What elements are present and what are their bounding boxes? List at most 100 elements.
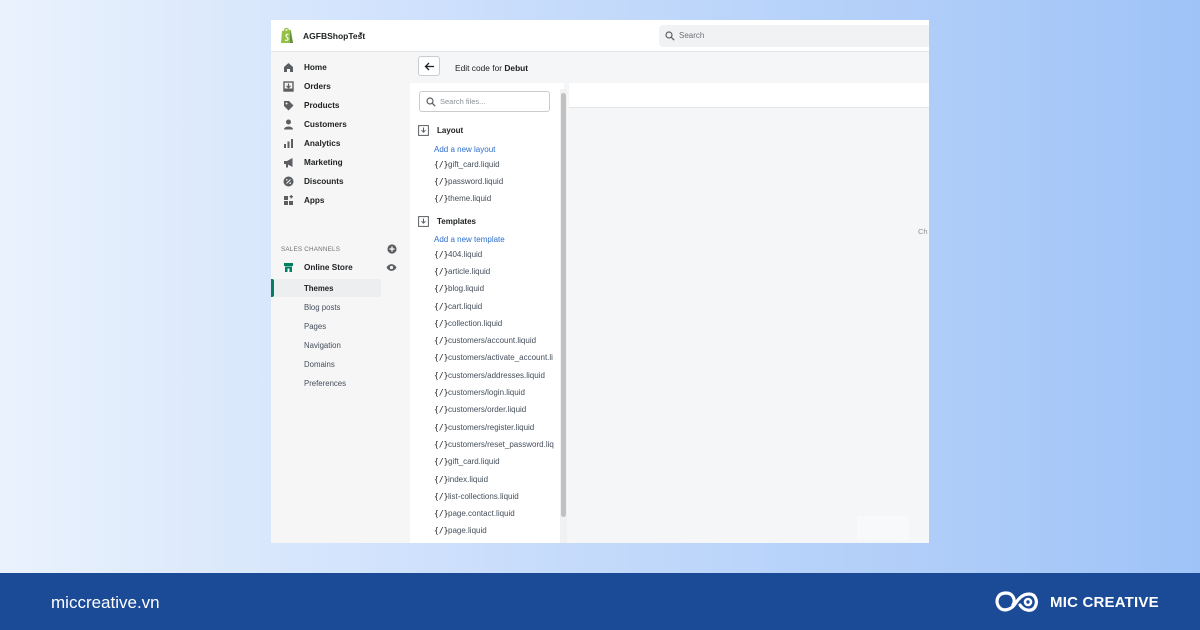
back-button[interactable]	[418, 56, 440, 76]
file-name: 404.liquid	[448, 250, 483, 259]
file-name: article.liquid	[448, 267, 491, 276]
code-file-icon: {/}	[434, 509, 449, 518]
code-file-icon: {/}	[434, 353, 449, 362]
file-item[interactable]: {/} customers/register.liquid	[434, 422, 564, 436]
file-item[interactable]: {/} customers/order.liquid	[434, 404, 564, 418]
orders-icon	[283, 81, 294, 92]
app-window: AGFBShopTest ▾ Search Home Orders Produc…	[271, 20, 929, 543]
file-item[interactable]: {/} page.contact.liquid	[434, 508, 564, 522]
file-name: customers/reset_password.liq	[448, 440, 554, 449]
file-name: customers/order.liquid	[448, 405, 527, 414]
file-browser: Layout Add a new layout {/}gift_card.liq…	[410, 83, 564, 543]
file-item[interactable]: {/} page.liquid	[434, 525, 564, 539]
sidebar-item-analytics[interactable]: Analytics	[271, 135, 410, 153]
code-file-icon: {/}	[434, 284, 449, 293]
footer-brand: MIC CREATIVE	[1050, 594, 1159, 611]
file-item[interactable]: {/} list-collections.liquid	[434, 491, 564, 505]
file-item[interactable]: {/} gift_card.liquid	[434, 159, 564, 173]
file-item[interactable]: {/} cart.liquid	[434, 301, 564, 315]
add-layout-link[interactable]: Add a new layout	[434, 145, 495, 154]
editor-tab-bar	[569, 83, 929, 108]
file-item[interactable]: {/} password.liquid	[434, 176, 564, 190]
sidebar-subitem-navigation[interactable]: Navigation	[271, 336, 381, 354]
file-search-input[interactable]	[440, 95, 545, 108]
folder-templates[interactable]: Templates	[418, 215, 558, 229]
file-name: cart.liquid	[448, 302, 483, 311]
file-name: page.liquid	[448, 526, 487, 535]
sidebar-item-label: Analytics	[304, 139, 341, 148]
file-search[interactable]	[419, 91, 550, 112]
code-file-icon: {/}	[434, 440, 449, 449]
scrollbar-thumb[interactable]	[561, 93, 566, 517]
products-icon	[284, 101, 294, 111]
code-file-icon: {/}	[434, 388, 449, 397]
code-file-icon: {/}	[434, 457, 449, 466]
sidebar-subitem-domains[interactable]: Domains	[271, 355, 381, 373]
file-item[interactable]: {/} index.liquid	[434, 474, 564, 488]
sidebar-subitem-themes[interactable]: Themes	[271, 279, 381, 297]
add-template-link[interactable]: Add a new template	[434, 235, 505, 244]
sidebar-item-customers[interactable]: Customers	[271, 116, 410, 134]
file-item[interactable]: {/} customers/reset_password.liq	[434, 439, 564, 453]
file-panel-scrollbar[interactable]	[560, 89, 567, 543]
sidebar-item-products[interactable]: Products	[271, 97, 410, 115]
code-file-icon: {/}	[434, 336, 449, 345]
sales-channels-heading: SALES CHANNELS	[281, 246, 341, 253]
global-search[interactable]: Search	[659, 25, 929, 47]
sidebar-item-home[interactable]: Home	[271, 59, 410, 77]
file-name: gift_card.liquid	[448, 457, 500, 466]
editor-hint-text: Ch	[918, 227, 928, 236]
file-name: page.contact.liquid	[448, 509, 515, 518]
file-item[interactable]: {/} customers/activate_account.li	[434, 352, 564, 366]
file-item[interactable]: {/} blog.liquid	[434, 283, 564, 297]
file-item[interactable]: {/} collection.liquid	[434, 318, 564, 332]
sidebar-item-label: Products	[304, 101, 340, 110]
eye-icon[interactable]	[386, 263, 397, 272]
code-file-icon: {/}	[434, 371, 449, 380]
code-file-icon: {/}	[434, 492, 449, 501]
add-circle-icon[interactable]	[387, 244, 397, 254]
file-item[interactable]: {/} gift_card.liquid	[434, 456, 564, 470]
folder-download-icon	[418, 125, 429, 136]
search-placeholder: Search	[679, 31, 705, 40]
file-name: list-collections.liquid	[448, 492, 519, 501]
sidebar-item-label: Customers	[304, 120, 347, 129]
footer-website: miccreative.vn	[51, 593, 160, 612]
file-item[interactable]: {/} customers/account.liquid	[434, 335, 564, 349]
file-item[interactable]: {/} theme.liquid	[434, 193, 564, 207]
file-name: gift_card.liquid	[448, 160, 500, 169]
file-item[interactable]: {/} article.liquid	[434, 266, 564, 280]
top-bar: AGFBShopTest ▾ Search	[271, 20, 929, 52]
sidebar-item-label: Online Store	[304, 263, 353, 272]
active-indicator	[271, 279, 274, 297]
file-name: index.liquid	[448, 475, 489, 484]
sidebar-item-discounts[interactable]: Discounts	[271, 173, 410, 191]
sidebar-subitem-pages[interactable]: Pages	[271, 317, 381, 335]
sidebar-item-orders[interactable]: Orders	[271, 78, 410, 96]
chevron-down-icon[interactable]: ▾	[359, 30, 363, 38]
file-name: customers/activate_account.li	[448, 353, 553, 362]
sidebar-subitem-label: Blog posts	[304, 303, 341, 312]
file-item[interactable]: {/} customers/login.liquid	[434, 387, 564, 401]
sidebar: Home Orders Products Customers Analytics…	[271, 53, 410, 543]
sidebar-item-marketing[interactable]: Marketing	[271, 154, 410, 172]
editor-placeholder-box	[857, 516, 909, 540]
store-name[interactable]: AGFBShopTest	[303, 31, 365, 41]
shopify-bag-icon[interactable]	[280, 27, 294, 44]
sidebar-subitem-preferences[interactable]: Preferences	[271, 374, 381, 392]
sidebar-item-label: Home	[304, 63, 327, 72]
sidebar-item-apps[interactable]: Apps	[271, 192, 410, 210]
folder-label: Templates	[437, 217, 476, 226]
code-file-icon: {/}	[434, 475, 449, 484]
sidebar-subitem-blog-posts[interactable]: Blog posts	[271, 298, 381, 316]
code-file-icon: {/}	[434, 405, 449, 414]
folder-layout[interactable]: Layout	[418, 124, 558, 138]
customers-icon	[284, 119, 293, 130]
file-item[interactable]: {/} 404.liquid	[434, 249, 564, 263]
file-item[interactable]: {/} customers/addresses.liquid	[434, 370, 564, 384]
file-name: customers/register.liquid	[448, 423, 535, 432]
analytics-icon	[284, 139, 293, 148]
footer-banner: miccreative.vn MIC CREATIVE	[0, 573, 1200, 630]
folder-label: Layout	[437, 126, 464, 135]
discounts-icon	[283, 176, 294, 187]
